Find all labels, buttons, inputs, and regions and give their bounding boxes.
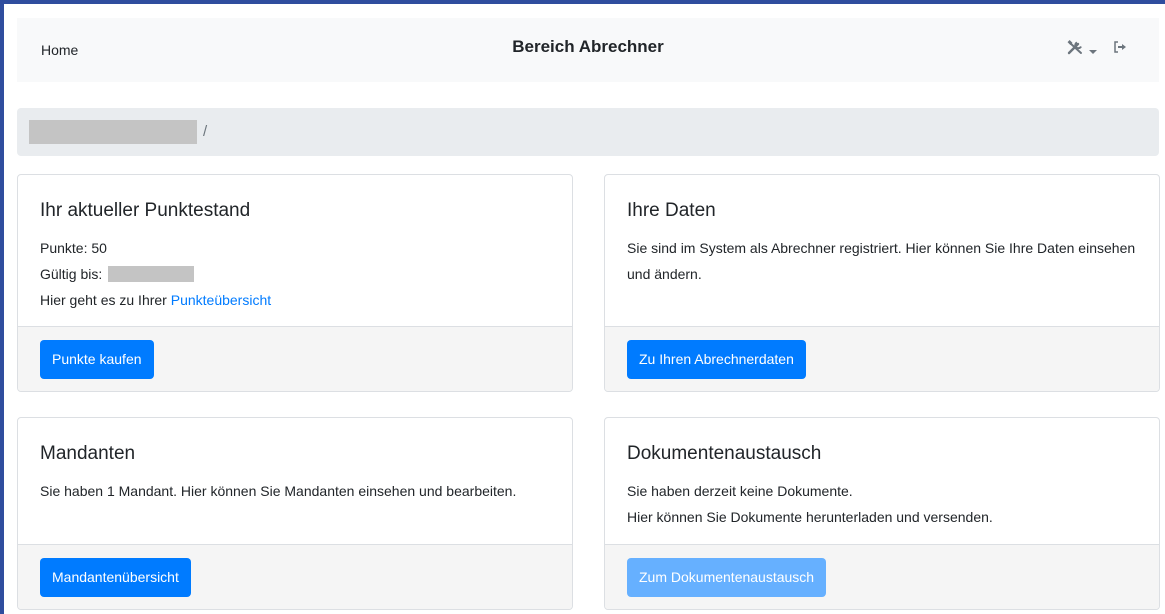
top-navbar: Home Bereich Abrechner — [17, 18, 1159, 82]
points-overview-link[interactable]: Punkteübersicht — [171, 292, 271, 308]
points-card-text: Punkte: 50 Gültig bis: Hier geht es zu I… — [40, 235, 550, 313]
overview-row: Hier geht es zu Ihrer Punkteübersicht — [40, 287, 550, 313]
page-title: Bereich Abrechner — [512, 37, 664, 56]
clients-card-text: Sie haben 1 Mandant. Hier können Sie Man… — [40, 483, 517, 499]
document-exchange-button[interactable]: Zum Dokumentenaustausch — [627, 558, 827, 597]
points-value: Punkte: 50 — [40, 240, 107, 256]
tools-dropdown[interactable] — [1067, 40, 1097, 61]
billing-data-button[interactable]: Zu Ihren Abrechnerdaten — [627, 340, 806, 379]
data-card-footer: Zu Ihren Abrechnerdaten — [605, 326, 1159, 391]
redacted-date — [108, 266, 195, 282]
redacted-breadcrumb-item — [29, 120, 197, 144]
points-card-footer: Punkte kaufen — [18, 326, 572, 391]
documents-card-text: Sie haben derzeit keine Dokumente. Hier … — [627, 478, 1137, 530]
tools-icon — [1067, 40, 1085, 61]
points-card: Ihr aktueller Punktestand Punkte: 50 Gül… — [17, 174, 573, 392]
buy-points-button[interactable]: Punkte kaufen — [40, 340, 154, 379]
data-card: Ihre Daten Sie sind im System als Abrech… — [604, 174, 1160, 392]
data-card-text: Sie sind im System als Abrechner registr… — [627, 240, 1136, 282]
clients-overview-button[interactable]: Mandantenübersicht — [40, 558, 191, 597]
documents-card: Dokumentenaustausch Sie haben derzeit ke… — [604, 417, 1160, 610]
chevron-down-icon — [1089, 42, 1097, 60]
overview-text: Hier geht es zu Ihrer — [40, 292, 171, 308]
clients-card-footer: Mandantenübersicht — [18, 544, 572, 609]
clients-card: Mandanten Sie haben 1 Mandant. Hier könn… — [17, 417, 573, 610]
logout-button[interactable] — [1113, 40, 1127, 59]
valid-until-label: Gültig bis: — [40, 266, 103, 282]
data-card-title: Ihre Daten — [627, 200, 716, 221]
documents-info-text: Hier können Sie Dokumente herunterladen … — [627, 509, 993, 525]
documents-card-title: Dokumentenaustausch — [627, 443, 822, 464]
documents-card-footer: Zum Dokumentenaustausch — [605, 544, 1159, 609]
breadcrumb: / — [17, 108, 1159, 156]
clients-card-title: Mandanten — [40, 443, 136, 464]
valid-until-row: Gültig bis: — [40, 261, 550, 287]
sign-out-icon — [1113, 41, 1127, 58]
documents-status-text: Sie haben derzeit keine Dokumente. — [627, 483, 853, 499]
breadcrumb-separator: / — [203, 123, 208, 140]
points-card-title: Ihr aktueller Punktestand — [40, 200, 251, 221]
